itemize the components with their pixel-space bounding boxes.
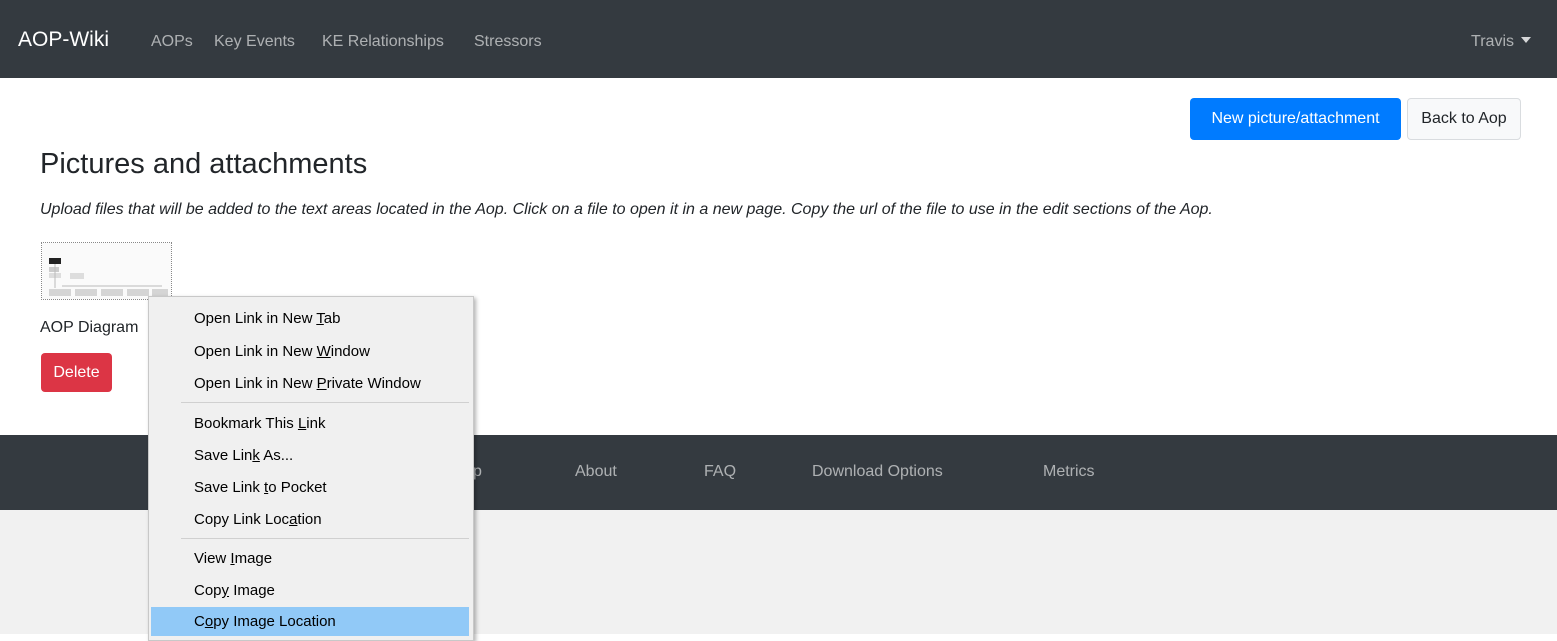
- attachment-thumbnail-link[interactable]: [41, 242, 172, 300]
- delete-button[interactable]: Delete: [41, 353, 112, 392]
- page-title: Pictures and attachments: [40, 148, 368, 180]
- menu-separator: [181, 538, 469, 539]
- footer-link-metrics[interactable]: Metrics: [1043, 463, 1095, 481]
- menu-item-view-image[interactable]: View Image: [151, 544, 469, 573]
- diagram-thumbnail-image: [42, 243, 171, 299]
- menu-item-open-private-window[interactable]: Open Link in New Private Window: [151, 369, 469, 398]
- user-menu[interactable]: Travis: [1471, 33, 1531, 51]
- nav-link-aops[interactable]: AOPs: [151, 33, 193, 51]
- nav-link-ke-relationships[interactable]: KE Relationships: [322, 33, 444, 51]
- page-description: Upload files that will be added to the t…: [40, 201, 1213, 218]
- menu-item-copy-link-location[interactable]: Copy Link Location: [151, 505, 469, 534]
- back-to-aop-button[interactable]: Back to Aop: [1407, 98, 1521, 140]
- menu-item-copy-image-location[interactable]: Copy Image Location: [151, 607, 469, 636]
- footer-link-about[interactable]: About: [575, 463, 617, 481]
- footer-link-faq[interactable]: FAQ: [704, 463, 736, 481]
- menu-separator: [181, 402, 469, 403]
- context-menu: Open Link in New Tab Open Link in New Wi…: [148, 296, 474, 641]
- menu-item-save-link-as[interactable]: Save Link As...: [151, 441, 469, 470]
- menu-item-bookmark-link[interactable]: Bookmark This Link: [151, 409, 469, 438]
- menu-item-copy-image[interactable]: Copy Image: [151, 576, 469, 605]
- menu-item-open-new-window[interactable]: Open Link in New Window: [151, 337, 469, 366]
- nav-link-stressors[interactable]: Stressors: [474, 33, 542, 51]
- attachment-caption: AOP Diagram: [40, 319, 139, 336]
- menu-item-save-to-pocket[interactable]: Save Link to Pocket: [151, 473, 469, 502]
- top-navbar: AOP-Wiki AOPs Key Events KE Relationship…: [0, 0, 1557, 78]
- menu-item-open-new-tab[interactable]: Open Link in New Tab: [151, 304, 469, 333]
- brand-link[interactable]: AOP-Wiki: [18, 28, 109, 52]
- footer-link-download-options[interactable]: Download Options: [812, 463, 943, 481]
- caret-down-icon: [1521, 37, 1531, 43]
- nav-link-key-events[interactable]: Key Events: [214, 33, 295, 51]
- user-name: Travis: [1471, 33, 1514, 50]
- new-attachment-button[interactable]: New picture/attachment: [1190, 98, 1401, 140]
